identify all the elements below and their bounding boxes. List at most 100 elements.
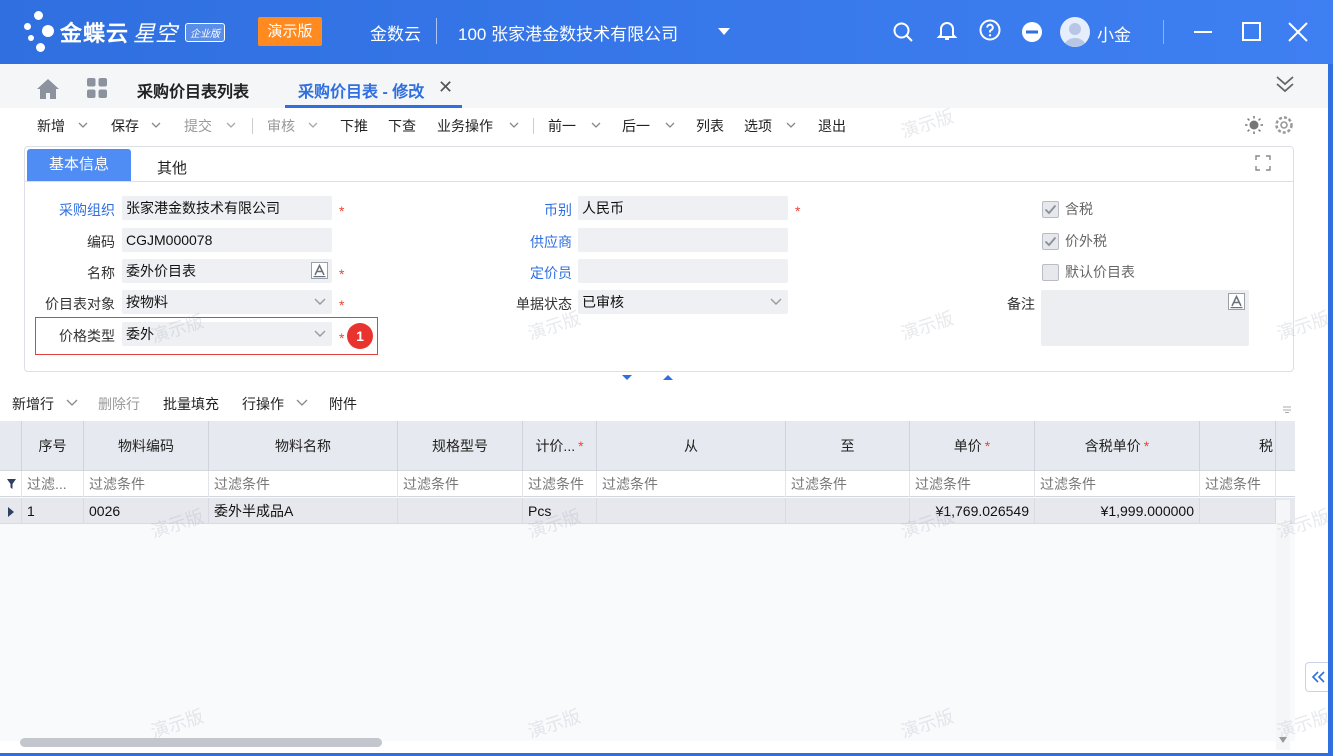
col-seq[interactable]: 序号 bbox=[22, 421, 84, 471]
company-selector[interactable]: 100 张家港金数技术有限公司 bbox=[458, 20, 678, 45]
filter-material-code[interactable]: 过滤条件 bbox=[84, 471, 209, 497]
pricer-field[interactable] bbox=[578, 259, 788, 283]
checkbox-checked-icon[interactable] bbox=[1042, 200, 1059, 218]
grid-settings-icon[interactable] bbox=[1282, 404, 1292, 414]
save-dropdown-icon[interactable] bbox=[151, 120, 161, 130]
col-material-name[interactable]: 物料名称 bbox=[209, 421, 398, 471]
col-tax-rate[interactable]: 税 bbox=[1200, 421, 1276, 471]
previous-dropdown-icon[interactable] bbox=[591, 120, 601, 130]
apps-grid-icon[interactable] bbox=[86, 77, 108, 99]
more-icon[interactable] bbox=[1020, 20, 1044, 44]
multilang-edit-icon[interactable] bbox=[311, 262, 328, 279]
push-down-button[interactable]: 下推 bbox=[340, 116, 368, 136]
new-dropdown-icon[interactable] bbox=[78, 120, 88, 130]
filter-tax-price[interactable]: 过滤条件 bbox=[1035, 471, 1200, 497]
supplier-field[interactable] bbox=[578, 228, 788, 252]
demo-button[interactable]: 演示版 bbox=[258, 17, 322, 46]
user-name[interactable]: 小金 bbox=[1097, 21, 1131, 46]
col-from[interactable]: 从 bbox=[597, 421, 786, 471]
code-field[interactable]: CGJM000078 bbox=[122, 228, 332, 252]
attachment-button[interactable]: 附件 bbox=[329, 394, 357, 414]
target-select[interactable]: 按物料 bbox=[122, 290, 332, 314]
business-ops-button[interactable]: 业务操作 bbox=[437, 116, 493, 136]
table-row[interactable]: 1 0026 委外半成品A Pcs ¥1,769.026549 ¥1,999.0… bbox=[0, 498, 1295, 524]
col-price[interactable]: 单价 * bbox=[910, 421, 1035, 471]
audit-dropdown-icon[interactable] bbox=[308, 120, 318, 130]
filter-pricing-unit[interactable]: 过滤条件 bbox=[523, 471, 597, 497]
cell-material-code[interactable]: 0026 bbox=[84, 498, 209, 524]
col-to[interactable]: 至 bbox=[786, 421, 910, 471]
list-button[interactable]: 列表 bbox=[696, 116, 724, 136]
vertical-scrollbar[interactable] bbox=[1276, 500, 1290, 750]
remark-textarea[interactable] bbox=[1041, 290, 1249, 346]
close-tab-icon[interactable]: ✕ bbox=[438, 78, 453, 96]
tax-extra-checkbox[interactable]: 价外税 bbox=[1042, 231, 1107, 251]
tab-price-edit[interactable]: 采购价目表 - 修改 bbox=[298, 78, 424, 102]
currency-field[interactable]: 人民币 bbox=[578, 196, 788, 220]
checkbox-unchecked-icon[interactable] bbox=[1042, 263, 1059, 281]
filter-price[interactable]: 过滤条件 bbox=[910, 471, 1035, 497]
next-button[interactable]: 后一 bbox=[622, 116, 650, 136]
row-ops-dropdown-icon[interactable] bbox=[296, 398, 308, 408]
cell-seq[interactable]: 1 bbox=[22, 498, 84, 524]
cell-from[interactable] bbox=[597, 498, 786, 524]
tab-price-list[interactable]: 采购价目表列表 bbox=[137, 78, 249, 102]
add-row-button[interactable]: 新增行 bbox=[12, 394, 54, 414]
filter-from[interactable]: 过滤条件 bbox=[597, 471, 786, 497]
maximize-icon[interactable] bbox=[1240, 20, 1264, 44]
filter-seq[interactable]: 过滤... bbox=[22, 471, 84, 497]
cell-tax-rate[interactable] bbox=[1200, 498, 1276, 524]
chevron-down-icon[interactable] bbox=[770, 297, 782, 307]
status-select[interactable]: 已审核 bbox=[578, 290, 788, 314]
cell-tax-price[interactable]: ¥1,999.000000 bbox=[1035, 498, 1200, 524]
theme-light-icon[interactable] bbox=[1244, 115, 1264, 135]
tab-basic-info[interactable]: 基本信息 bbox=[27, 149, 131, 181]
avatar[interactable] bbox=[1060, 17, 1090, 47]
submit-button[interactable]: 提交 bbox=[184, 116, 212, 136]
close-window-icon[interactable] bbox=[1286, 20, 1310, 44]
cell-to[interactable] bbox=[786, 498, 910, 524]
tax-included-checkbox[interactable]: 含税 bbox=[1042, 199, 1093, 219]
filter-icon[interactable] bbox=[0, 471, 22, 497]
panel-collapse-arrows-icon[interactable] bbox=[620, 372, 676, 384]
minimize-icon[interactable] bbox=[1191, 20, 1215, 44]
tab-other[interactable]: 其他 bbox=[157, 157, 187, 178]
delete-row-button[interactable]: 删除行 bbox=[98, 394, 140, 414]
checkbox-checked-icon[interactable] bbox=[1042, 232, 1059, 250]
help-icon[interactable] bbox=[978, 18, 1002, 42]
horizontal-scroll-thumb[interactable] bbox=[20, 738, 382, 747]
cell-spec[interactable] bbox=[398, 498, 523, 524]
horizontal-scrollbar[interactable] bbox=[8, 737, 1293, 749]
submit-dropdown-icon[interactable] bbox=[226, 120, 236, 130]
options-dropdown-icon[interactable] bbox=[786, 120, 796, 130]
business-ops-dropdown-icon[interactable] bbox=[509, 120, 519, 130]
supplier-label[interactable]: 供应商 bbox=[492, 232, 572, 252]
cell-price[interactable]: ¥1,769.026549 bbox=[910, 498, 1035, 524]
new-button[interactable]: 新增 bbox=[37, 116, 65, 136]
col-pricing-unit[interactable]: 计价... * bbox=[523, 421, 597, 471]
save-button[interactable]: 保存 bbox=[111, 116, 139, 136]
next-dropdown-icon[interactable] bbox=[665, 120, 675, 130]
chevron-down-icon[interactable] bbox=[314, 297, 326, 307]
filter-to[interactable]: 过滤条件 bbox=[786, 471, 910, 497]
cell-pricing-unit[interactable]: Pcs bbox=[523, 498, 597, 524]
fullscreen-icon[interactable] bbox=[1255, 155, 1271, 171]
company-dropdown-icon[interactable] bbox=[718, 28, 730, 35]
bell-icon[interactable] bbox=[935, 18, 959, 42]
gear-icon[interactable] bbox=[1273, 114, 1295, 136]
query-down-button[interactable]: 下查 bbox=[388, 116, 416, 136]
default-price-list-checkbox[interactable]: 默认价目表 bbox=[1042, 262, 1135, 282]
multilang-edit-icon[interactable] bbox=[1228, 293, 1245, 310]
purchase-org-field[interactable]: 张家港金数技术有限公司 bbox=[122, 196, 332, 220]
row-ops-button[interactable]: 行操作 bbox=[242, 394, 284, 414]
name-field[interactable]: 委外价目表 bbox=[122, 259, 332, 283]
col-material-code[interactable]: 物料编码 bbox=[84, 421, 209, 471]
previous-button[interactable]: 前一 bbox=[548, 116, 576, 136]
audit-button[interactable]: 审核 bbox=[267, 116, 295, 136]
search-icon[interactable] bbox=[891, 20, 915, 44]
exit-button[interactable]: 退出 bbox=[818, 116, 846, 136]
price-type-select[interactable]: 委外 bbox=[122, 322, 332, 346]
batch-fill-button[interactable]: 批量填充 bbox=[163, 394, 219, 414]
col-tax-price[interactable]: 含税单价 * bbox=[1035, 421, 1200, 471]
currency-label[interactable]: 币别 bbox=[492, 200, 572, 220]
